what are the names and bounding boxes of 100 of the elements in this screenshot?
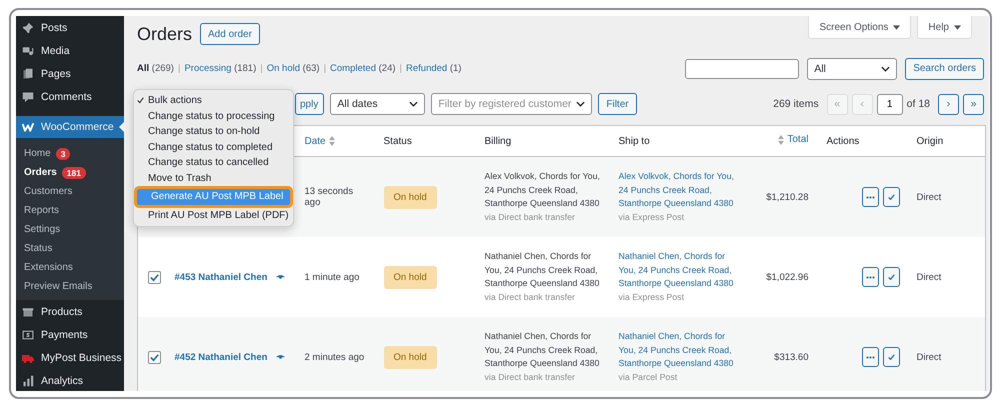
chevron-icon xyxy=(576,101,586,107)
submenu-label: Settings xyxy=(24,224,60,235)
complete-button[interactable] xyxy=(882,267,900,287)
eye-icon[interactable] xyxy=(276,274,284,280)
payment-method-text: via Direct bank transfer xyxy=(484,370,576,384)
menu-option[interactable]: Change status to on-hold xyxy=(134,124,293,140)
column-label: Date xyxy=(304,136,326,146)
column-label: Total xyxy=(787,134,808,146)
search-type-select[interactable]: All xyxy=(807,58,898,80)
search-field[interactable] xyxy=(685,58,800,78)
payment-icon xyxy=(22,328,34,340)
header-tab[interactable]: Help xyxy=(917,16,972,39)
status-label: On hold xyxy=(384,266,437,288)
status-filter-link[interactable]: Completed (24) xyxy=(330,63,396,74)
origin-text: Direct xyxy=(916,352,942,362)
order-link[interactable]: #452 Nathaniel Chen xyxy=(174,352,268,362)
chevron-icon xyxy=(409,101,418,107)
page-nav-button[interactable]: › xyxy=(938,94,959,114)
date-select[interactable]: All dates xyxy=(330,93,426,115)
menu-option[interactable]: Change status to processing xyxy=(134,108,293,124)
order-total: $1,022.96 xyxy=(766,272,808,282)
sort-icon xyxy=(328,136,335,146)
submenu-label: Extensions xyxy=(24,262,73,273)
sidebar-item[interactable]: Comments xyxy=(16,85,124,108)
shipping-address-link[interactable]: Alex Volkvok, Chords for You, 24 Punchs Creek Road, Stanthorpe Queensland 4380 xyxy=(618,170,740,211)
column-header[interactable]: Date xyxy=(304,136,335,146)
more-button[interactable] xyxy=(862,187,878,207)
page-title: Orders xyxy=(137,24,192,44)
menu-option[interactable]: Move to Trash xyxy=(134,170,293,186)
sidebar-item[interactable]: WooCommerce xyxy=(16,116,124,138)
status-label: On hold xyxy=(384,346,437,368)
status-label: On hold xyxy=(384,186,437,208)
more-button[interactable] xyxy=(862,347,878,367)
separator: | xyxy=(400,63,402,74)
menu-option[interactable]: Generate AU Post MPB Label xyxy=(137,189,290,204)
submenu-item[interactable]: Orders 181 xyxy=(16,163,124,182)
submenu-item[interactable]: Extensions xyxy=(16,258,124,277)
check-icon xyxy=(886,192,896,202)
column-header[interactable]: Total xyxy=(778,134,808,146)
column-header: Origin xyxy=(916,136,944,146)
count-badge: 181 xyxy=(62,166,86,178)
menu-option[interactable]: Bulk actions xyxy=(134,93,293,108)
pages-icon xyxy=(22,68,34,80)
add-order-button[interactable]: Add order xyxy=(200,23,260,45)
sidebar-item[interactable]: Pages xyxy=(16,62,124,85)
media-icon xyxy=(22,44,34,56)
sidebar-item[interactable]: Products xyxy=(16,300,124,323)
column-header: Ship to xyxy=(618,136,650,146)
pin-icon xyxy=(22,22,34,34)
shipping-method-text: via Parcel Post xyxy=(618,370,678,384)
archive-icon xyxy=(22,306,34,318)
submenu-item[interactable]: Customers xyxy=(16,182,124,201)
row-checkbox[interactable] xyxy=(148,350,161,364)
logo-icon xyxy=(22,121,34,133)
sidebar-item[interactable]: Analytics xyxy=(16,369,124,391)
chevron-icon xyxy=(881,66,890,72)
sidebar-item[interactable]: Posts xyxy=(16,16,124,39)
payment-method-text: via Direct bank transfer xyxy=(484,290,576,304)
order-link[interactable]: #453 Nathaniel Chen xyxy=(174,272,268,282)
complete-button[interactable] xyxy=(882,347,900,367)
search-button[interactable]: Search orders xyxy=(905,58,984,80)
column-header: Status xyxy=(384,136,412,146)
bar-chart-icon xyxy=(22,374,34,386)
more-button[interactable] xyxy=(862,267,878,287)
submenu-item[interactable]: Settings xyxy=(16,220,124,239)
status-filter-link[interactable]: Processing (181) xyxy=(184,63,256,74)
column-header: Billing xyxy=(484,136,512,146)
shipping-address-link[interactable]: Nathaniel Chen, Chords for You, 24 Punchs Creek Road, Stanthorpe Queensland 4380 xyxy=(618,250,740,291)
submenu-item[interactable]: Status xyxy=(16,239,124,258)
caret-icon xyxy=(954,24,961,30)
filter-button[interactable]: Filter xyxy=(598,93,637,115)
status-filter-link[interactable]: Refunded (1) xyxy=(406,63,462,74)
submenu-label: Home xyxy=(24,148,51,159)
submenu-item[interactable]: Preview Emails xyxy=(16,277,124,296)
billing-address: Nathaniel Chen, Chords for You, 24 Punchs Creek Road, Stanthorpe Queensland 4380 xyxy=(484,330,600,370)
complete-button[interactable] xyxy=(882,187,900,207)
shipping-address-link[interactable]: Nathaniel Chen, Chords for You, 24 Punchs Creek Road, Stanthorpe Queensland 4380 xyxy=(618,330,740,371)
sidebar-item[interactable]: Media xyxy=(16,39,124,62)
order-total: $1,210.28 xyxy=(766,192,808,202)
eye-icon[interactable] xyxy=(276,354,284,360)
status-filter-link[interactable]: All (269) xyxy=(137,63,174,74)
sidebar-item[interactable]: MyPost Business xyxy=(16,346,124,369)
apply-button[interactable]: pply xyxy=(295,93,324,115)
check-icon xyxy=(886,352,896,362)
status-filter-link[interactable]: On hold (63) xyxy=(266,63,320,74)
sidebar-item[interactable]: Payments xyxy=(16,323,124,346)
date-text: 1 minute ago xyxy=(304,272,360,282)
submenu-item[interactable]: Home 3 xyxy=(16,144,124,163)
order-total: $313.60 xyxy=(774,352,808,362)
menu-option[interactable]: Change status to completed xyxy=(134,140,293,155)
submenu-label: Status xyxy=(24,243,52,254)
submenu-label: Preview Emails xyxy=(24,281,92,292)
check-icon xyxy=(886,272,896,282)
page-nav-button[interactable]: » xyxy=(963,94,984,114)
page-field[interactable]: 1 xyxy=(876,94,903,114)
row-checkbox[interactable] xyxy=(148,270,161,284)
menu-option[interactable]: Print AU Post MPB Label (PDF) xyxy=(134,208,293,223)
menu-option[interactable]: Change status to cancelled xyxy=(134,155,293,170)
header-tab[interactable]: Screen Options xyxy=(808,16,912,39)
submenu-item[interactable]: Reports xyxy=(16,201,124,220)
